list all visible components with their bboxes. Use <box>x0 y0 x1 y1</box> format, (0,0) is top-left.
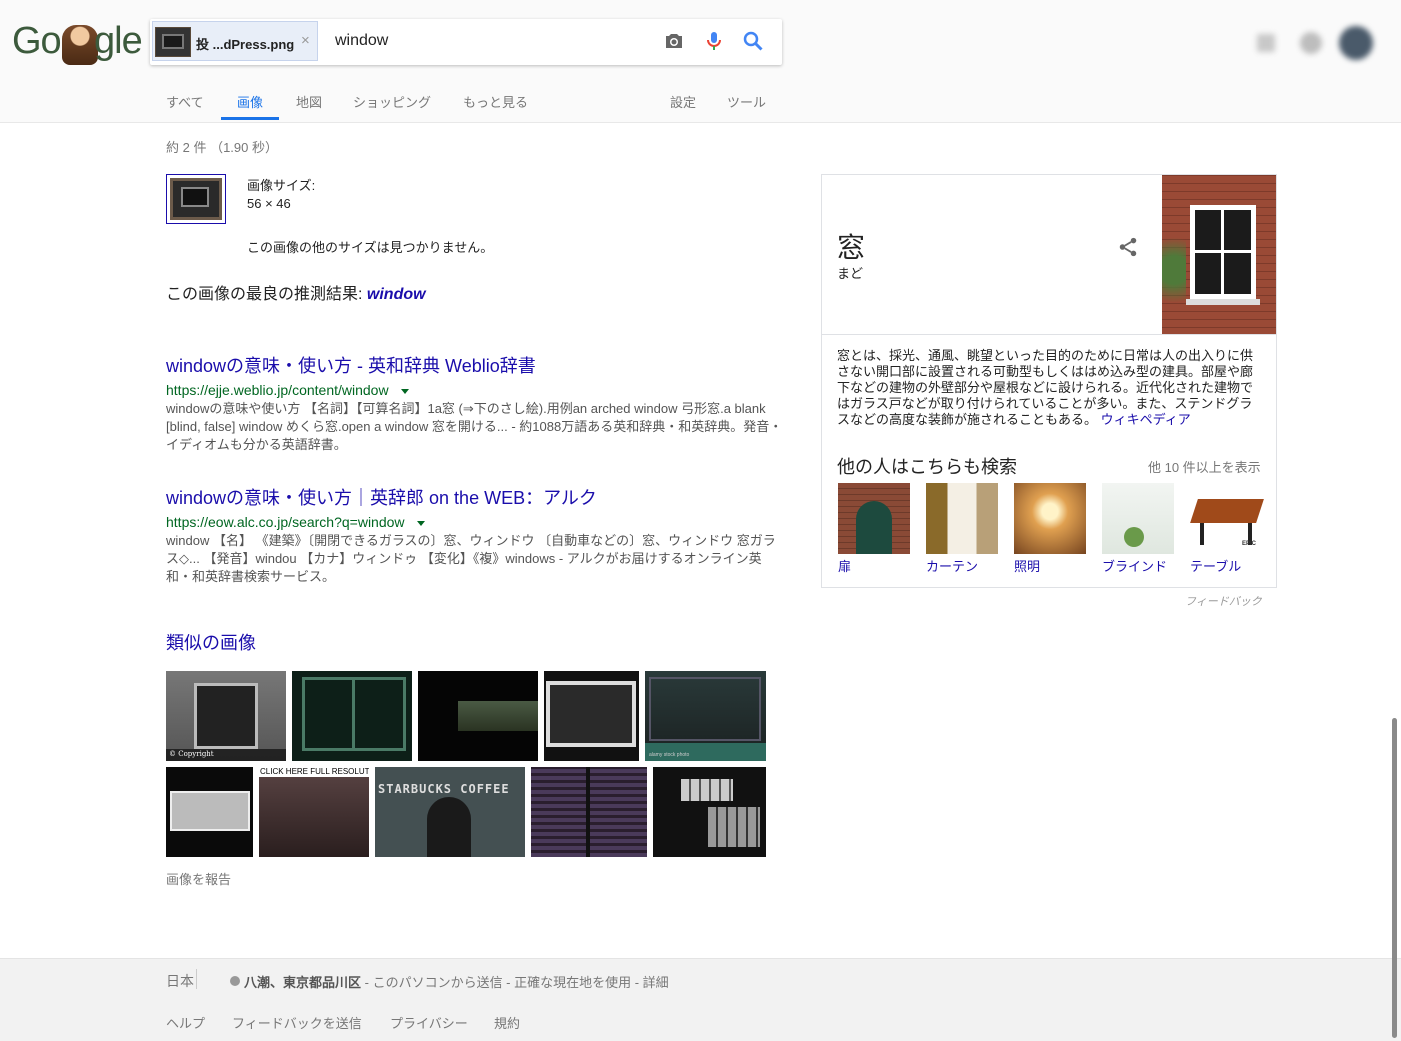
url-dropdown-icon[interactable] <box>400 388 409 394</box>
related-label: テーブル <box>1190 559 1242 574</box>
terms-link[interactable]: 規約 <box>494 1013 520 1032</box>
footer-location-links[interactable]: - このパソコンから送信 - 正確な現在地を使用 - 詳細 <box>361 975 669 990</box>
tab-shopping[interactable]: ショッピング <box>353 92 431 111</box>
active-tab-indicator <box>221 117 279 120</box>
tab-more[interactable]: もっと見る <box>463 92 528 111</box>
feedback-link[interactable]: フィードバック <box>1185 593 1262 609</box>
resolution-caption: CLICK HERE FULL RESOLUTI <box>260 767 369 776</box>
starbucks-sign: STARBUCKS COFFEE <box>378 782 510 796</box>
url-dropdown-icon[interactable] <box>416 520 425 526</box>
related-label: 扉 <box>838 559 852 574</box>
similar-image[interactable] <box>166 767 253 857</box>
best-guess: この画像の最良の推測結果: window <box>166 280 426 304</box>
image-query-chip[interactable]: 投 ...dPress.png × <box>152 21 318 61</box>
scrollbar[interactable] <box>1392 718 1397 1038</box>
footer-location: 八潮、東京都品川区 - このパソコンから送信 - 正確な現在地を使用 - 詳細 <box>244 972 669 991</box>
google-logo[interactable]: Go gle <box>12 20 143 68</box>
footer-links: ヘルプ フィードバックを送信 プライバシー 規約 <box>0 1001 1401 1041</box>
help-link[interactable]: ヘルプ <box>166 1013 205 1032</box>
result-snippet: window 【名】 《建築》〔開閉できるガラスの〕窓、ウィンドウ 〔自動車など… <box>166 533 776 584</box>
microphone-icon[interactable] <box>702 29 726 53</box>
result-title[interactable]: windowの意味・使い方 - 英和辞典 Weblio辞書 <box>166 356 536 376</box>
logo-text-right: gle <box>94 20 143 62</box>
footer-country: 日本 <box>166 973 194 989</box>
search-tabs: すべて 画像 地図 ショッピング もっと見る 設定 ツール <box>0 86 1401 122</box>
share-icon[interactable] <box>1117 236 1139 258</box>
settings-link[interactable]: 設定 <box>670 92 696 111</box>
similar-image[interactable]: © Copyright <box>166 671 286 761</box>
tools-link[interactable]: ツール <box>727 92 766 111</box>
result-url-text: https://ejje.weblio.jp/content/window <box>166 382 389 398</box>
search-box: 投 ...dPress.png × window <box>150 19 782 65</box>
similar-image[interactable] <box>418 671 538 761</box>
query-image-thumbnail <box>155 27 191 57</box>
result-stats: 約 2 件 （1.90 秒） <box>166 140 278 155</box>
best-guess-prefix: この画像の最良の推測結果: <box>166 286 367 303</box>
tab-maps[interactable]: 地図 <box>296 92 322 111</box>
similar-image[interactable]: STARBUCKS COFFEE <box>375 767 525 857</box>
related-search-item[interactable]: カーテン <box>926 483 998 575</box>
image-size-value: 56 × 46 <box>247 196 291 211</box>
search-result: windowの意味・使い方 - 英和辞典 Weblio辞書 https://ej… <box>166 352 784 454</box>
similar-image[interactable] <box>544 671 639 761</box>
search-input[interactable]: window <box>335 32 388 50</box>
query-image[interactable] <box>166 174 226 224</box>
similar-image[interactable]: alamy stock photo <box>645 671 766 761</box>
epic-mark: EPIC <box>1242 541 1257 547</box>
related-label: カーテン <box>926 559 979 574</box>
header: Go gle 投 ...dPress.png × window すべて 画像 地… <box>0 0 1401 123</box>
similar-image[interactable] <box>292 671 412 761</box>
image-filename: 投 ...dPress.png <box>196 37 295 52</box>
similar-image[interactable]: CLICK HERE FULL RESOLUTI <box>259 767 369 857</box>
related-search-item[interactable]: EPIC テーブル <box>1190 483 1264 575</box>
apps-icon[interactable] <box>1257 34 1275 52</box>
kp-window-photo[interactable] <box>1162 175 1276 335</box>
result-title[interactable]: windowの意味・使い方｜英辞郎 on the WEB：アルク <box>166 488 597 508</box>
kp-reading: まど <box>837 266 864 281</box>
search-icon[interactable] <box>741 29 765 53</box>
footer-location-bar: 日本 八潮、東京都品川区 - このパソコンから送信 - 正確な現在地を使用 - … <box>0 958 1401 1002</box>
result-url: https://eow.alc.co.jp/search?q=window <box>166 514 784 530</box>
copyright-caption: © Copyright <box>169 750 214 758</box>
kp-description: 窓とは、採光、通風、眺望といった目的のために日常は人の出入りに供さない開口部に設… <box>837 348 1257 428</box>
location-dot-icon <box>230 976 240 986</box>
remove-image-icon[interactable]: × <box>301 32 310 49</box>
notifications-icon[interactable] <box>1300 32 1322 54</box>
footer-location-place: 八潮、東京都品川区 <box>244 975 362 990</box>
report-image-link[interactable]: 画像を報告 <box>166 869 231 888</box>
result-url: https://ejje.weblio.jp/content/window <box>166 382 784 398</box>
related-label: 照明 <box>1014 559 1041 574</box>
show-more-link[interactable]: 他 10 件以上を表示 <box>1148 457 1261 476</box>
related-search-item[interactable]: ブラインド <box>1102 483 1174 575</box>
kp-divider <box>822 334 1276 335</box>
similar-images-heading[interactable]: 類似の画像 <box>166 629 256 655</box>
search-result: windowの意味・使い方｜英辞郎 on the WEB：アルク https:/… <box>166 484 784 586</box>
similar-image[interactable] <box>531 767 647 857</box>
kp-title: 窓 <box>837 232 866 263</box>
camera-icon[interactable] <box>662 29 686 53</box>
related-search-item[interactable]: 照明 <box>1014 483 1086 575</box>
best-guess-link[interactable]: window <box>367 286 426 303</box>
no-other-sizes: この画像の他のサイズは見つかりません。 <box>247 240 494 255</box>
logo-text-left: Go <box>12 20 62 62</box>
avatar[interactable] <box>1339 26 1373 60</box>
result-snippet: windowの意味や使い方 【名詞】【可算名詞】1a窓 (⇒下のさし絵).用例a… <box>166 401 783 452</box>
result-url-text: https://eow.alc.co.jp/search?q=window <box>166 514 405 530</box>
doodle-figure-icon <box>62 25 98 65</box>
send-feedback-link[interactable]: フィードバックを送信 <box>232 1013 362 1032</box>
image-size-label: 画像サイズ: <box>247 178 316 193</box>
wikipedia-link[interactable]: ウィキペディア <box>1101 412 1191 427</box>
tab-images[interactable]: 画像 <box>237 92 263 111</box>
people-also-search-heading: 他の人はこちらも検索 <box>837 457 1017 477</box>
stock-photo-caption: alamy stock photo <box>649 752 690 758</box>
privacy-link[interactable]: プライバシー <box>390 1013 468 1032</box>
related-search-item[interactable]: 扉 <box>838 483 910 575</box>
tab-all[interactable]: すべて <box>166 92 204 111</box>
similar-image[interactable] <box>653 767 766 857</box>
related-label: ブラインド <box>1102 559 1168 574</box>
